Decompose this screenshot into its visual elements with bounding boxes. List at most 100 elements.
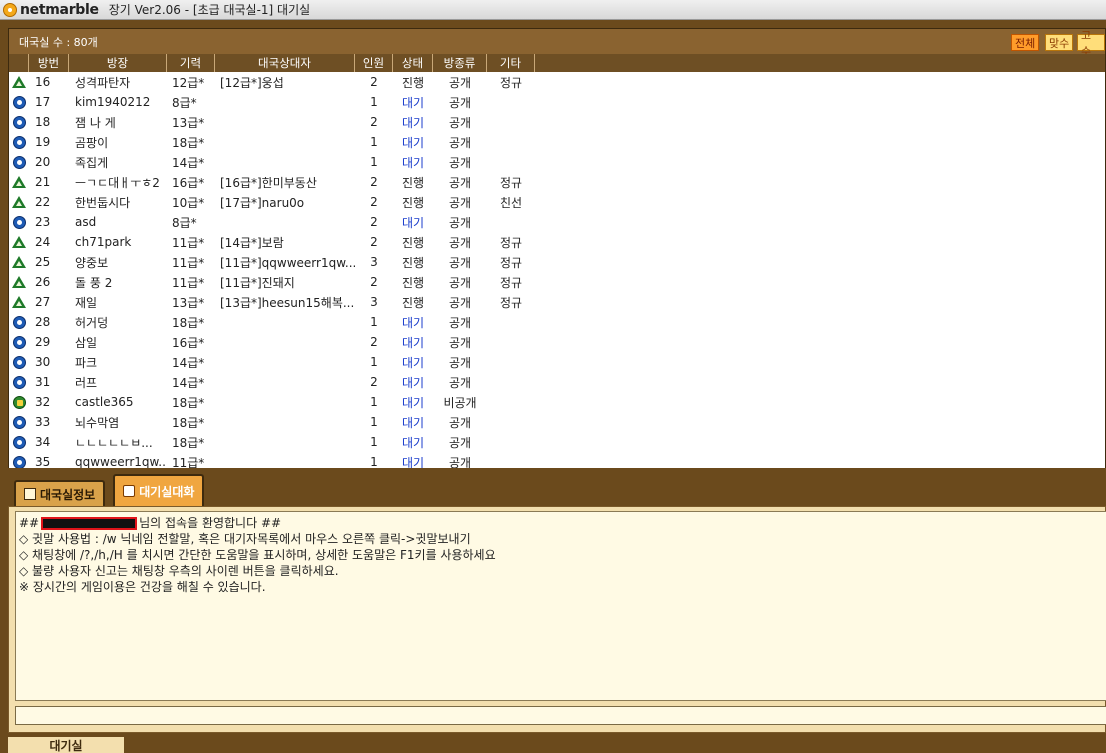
- room-etc: [487, 152, 535, 172]
- column-player-count[interactable]: 인원: [355, 54, 393, 72]
- waiting-icon: [12, 215, 26, 229]
- room-host: 뇌수막염: [75, 415, 120, 430]
- column-etc[interactable]: 기타: [487, 54, 535, 72]
- filter-expert-button[interactable]: 고수: [1077, 29, 1105, 58]
- player-count: 2: [370, 195, 378, 209]
- waiting-icon: [12, 355, 26, 369]
- player-count: 2: [370, 335, 378, 349]
- room-count: 대국실 수 : 80개: [19, 35, 98, 49]
- table-row[interactable]: 17 kim1940212 8급* 1 대기 공개: [9, 92, 1105, 112]
- room-status: 대기: [401, 375, 425, 390]
- room-number: 31: [35, 375, 51, 389]
- room-etc: 정규: [499, 295, 523, 310]
- table-row[interactable]: 16 성격파탄자 12급* [12급*]웅섭 2 진행 공개 정규: [9, 72, 1105, 92]
- opponent: [215, 92, 355, 112]
- room-etc: 정규: [499, 255, 523, 270]
- room-icon-cell: [9, 392, 29, 412]
- opponent: [215, 152, 355, 172]
- room-number: 21: [35, 175, 51, 189]
- table-row[interactable]: 19 곰팡이 18급* 1 대기 공개: [9, 132, 1105, 152]
- table-row[interactable]: 22 한번둡시다 10급* [17급*]naru0o 2 진행 공개 친선: [9, 192, 1105, 212]
- table-row[interactable]: 20 족집게 14급* 1 대기 공개: [9, 152, 1105, 172]
- table-row[interactable]: 28 허거덩 18급* 1 대기 공개: [9, 312, 1105, 332]
- table-row[interactable]: 31 러프 14급* 2 대기 공개: [9, 372, 1105, 392]
- table-row[interactable]: 25 양중보 11급* [11급*]qqwweerr1qw... 3 진행 공개 정규: [9, 252, 1105, 272]
- chat-line: ※ 장시간의 게임이용은 건강을 해칠 수 있습니다.: [19, 580, 266, 594]
- room-type: 공개: [448, 215, 472, 230]
- tab-lobby[interactable]: 대기실: [8, 737, 124, 753]
- room-type: 공개: [448, 355, 472, 370]
- waiting-icon: [12, 415, 26, 429]
- title-bar: netmarble 장기 Ver2.06 - [초급 대국실-1] 대기실: [0, 0, 1106, 20]
- room-status: 대기: [401, 415, 425, 430]
- room-status: 진행: [401, 235, 425, 250]
- room-etc: 정규: [499, 235, 523, 250]
- column-host[interactable]: 방장: [69, 54, 167, 72]
- room-number: 28: [35, 315, 51, 329]
- table-row[interactable]: 24 ch71park 11급* [14급*]보람 2 진행 공개 정규: [9, 232, 1105, 252]
- player-count: 2: [370, 215, 378, 229]
- opponent: [215, 452, 355, 468]
- player-count: 1: [370, 395, 378, 409]
- room-icon-cell: [9, 432, 29, 452]
- tab-lobby-chat-label: 대기실대화: [139, 484, 195, 499]
- table-row[interactable]: 33 뇌수막염 18급* 1 대기 공개: [9, 412, 1105, 432]
- waiting-icon: [12, 115, 26, 129]
- filter-match-button[interactable]: 맞수: [1045, 34, 1074, 51]
- room-status: 대기: [401, 95, 425, 110]
- table-row[interactable]: 29 삼일 16급* 2 대기 공개: [9, 332, 1105, 352]
- room-status: 대기: [401, 215, 425, 230]
- room-type: 공개: [448, 155, 472, 170]
- playing-icon: [12, 75, 26, 89]
- room-status: 대기: [401, 335, 425, 350]
- room-type: 공개: [448, 235, 472, 250]
- room-host: ch71park: [75, 235, 132, 249]
- room-type: 공개: [448, 295, 472, 310]
- filter-all-button[interactable]: 전체: [1011, 34, 1040, 51]
- tab-room-info[interactable]: 대국실정보: [14, 480, 106, 506]
- column-status[interactable]: 상태: [393, 54, 433, 72]
- chat-panel: ## 님의 접속을 환영합니다 ## ◇ 귓말 사용법 : /w 닉네임 전할말,…: [8, 506, 1106, 733]
- chat-log[interactable]: ## 님의 접속을 환영합니다 ## ◇ 귓말 사용법 : /w 닉네임 전할말,…: [15, 511, 1106, 701]
- host-rank: 11급*: [172, 275, 205, 290]
- host-rank: 11급*: [172, 455, 205, 469]
- chat-input[interactable]: [15, 706, 1106, 725]
- column-room-type[interactable]: 방종류: [433, 54, 487, 72]
- table-row[interactable]: 35 qqwweerr1qw... 11급* 1 대기 공개: [9, 452, 1105, 468]
- player-count: 1: [370, 135, 378, 149]
- opponent: [215, 312, 355, 332]
- room-type: 공개: [448, 415, 472, 430]
- waiting-icon: [12, 135, 26, 149]
- opponent: [11급*]qqwweerr1qw...: [220, 255, 355, 270]
- opponent: [215, 352, 355, 372]
- room-type: 공개: [448, 195, 472, 210]
- room-host: kim1940212: [75, 95, 151, 109]
- column-opponent[interactable]: 대국상대자: [215, 54, 355, 72]
- host-rank: 18급*: [172, 415, 205, 430]
- room-status: 대기: [401, 135, 425, 150]
- table-row[interactable]: 32 castle365 18급* 1 대기 비공개: [9, 392, 1105, 412]
- table-row[interactable]: 18 잼 나 게 13급* 2 대기 공개: [9, 112, 1105, 132]
- column-room-number[interactable]: 방번: [29, 54, 69, 72]
- table-row[interactable]: 34 ㄴㄴㄴㄴㄴㅂ... 18급* 1 대기 공개: [9, 432, 1105, 452]
- table-row[interactable]: 27 재일 13급* [13급*]heesun15해복... 3 진행 공개 정규: [9, 292, 1105, 312]
- room-number: 34: [35, 435, 51, 449]
- tab-lobby-chat[interactable]: 대기실대화: [113, 474, 205, 506]
- table-row[interactable]: 21 ㅡㄱㄷ대ㅐㅜㅎ2 16급* [16급*]한미부동산 2 진행 공개 정규: [9, 172, 1105, 192]
- room-status: 대기: [401, 315, 425, 330]
- host-rank: 14급*: [172, 155, 205, 170]
- table-row[interactable]: 23 asd 8급* 2 대기 공개: [9, 212, 1105, 232]
- room-icon-cell: [9, 372, 29, 392]
- room-icon-cell: [9, 172, 29, 192]
- host-rank: 16급*: [172, 335, 205, 350]
- column-rank[interactable]: 기력: [167, 54, 215, 72]
- host-rank: 18급*: [172, 315, 205, 330]
- player-count: 3: [370, 295, 378, 309]
- table-row[interactable]: 26 돌 풍 2 11급* [11급*]진돼지 2 진행 공개 정규: [9, 272, 1105, 292]
- bottom-bar: [0, 735, 1106, 753]
- room-status: 진행: [401, 295, 425, 310]
- table-row[interactable]: 30 파크 14급* 1 대기 공개: [9, 352, 1105, 372]
- room-table-body: 16 성격파탄자 12급* [12급*]웅섭 2 진행 공개 정규 17 kim1940212 8급…: [9, 72, 1105, 468]
- host-rank: 8급*: [172, 95, 197, 110]
- player-count: 2: [370, 75, 378, 89]
